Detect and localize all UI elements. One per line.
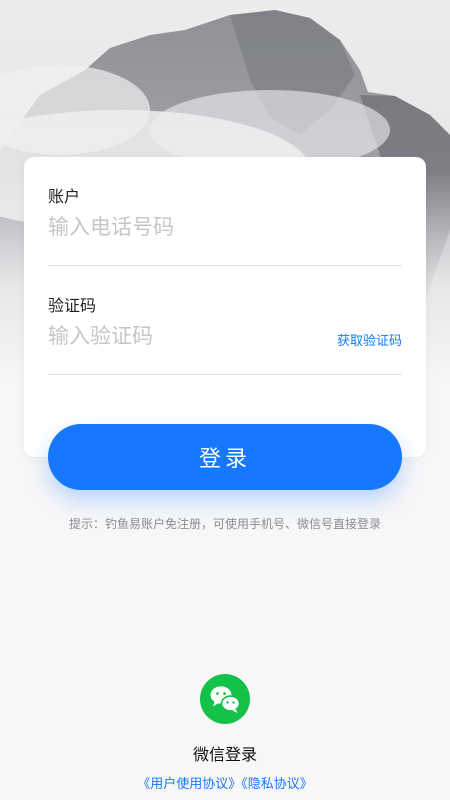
login-screen: 账户 验证码 获取验证码 登录 提示：钓鱼易账户免注册，可使用手机号、微信号直接… — [0, 0, 450, 800]
login-button[interactable]: 登录 — [48, 424, 402, 490]
phone-number-input[interactable] — [48, 211, 388, 243]
privacy-policy-link[interactable]: 《隐私协议》 — [241, 777, 313, 792]
verification-code-label: 验证码 — [48, 296, 97, 315]
divider — [48, 374, 402, 375]
wechat-icon — [210, 686, 241, 713]
wechat-login-label[interactable]: 微信登录 — [0, 741, 450, 765]
divider — [48, 265, 402, 266]
verification-code-input[interactable] — [48, 320, 308, 352]
login-card: 账户 验证码 获取验证码 — [24, 157, 426, 457]
login-hint-text: 提示：钓鱼易账户免注册，可使用手机号、微信号直接登录 — [68, 517, 381, 531]
account-label: 账户 — [48, 187, 81, 206]
agreement-links: 《用户使用协议》《隐私协议》 — [0, 773, 450, 792]
wechat-login-button[interactable] — [200, 674, 250, 724]
user-agreement-link[interactable]: 《用户使用协议》 — [137, 777, 241, 792]
get-verification-code-link[interactable]: 获取验证码 — [337, 330, 402, 349]
